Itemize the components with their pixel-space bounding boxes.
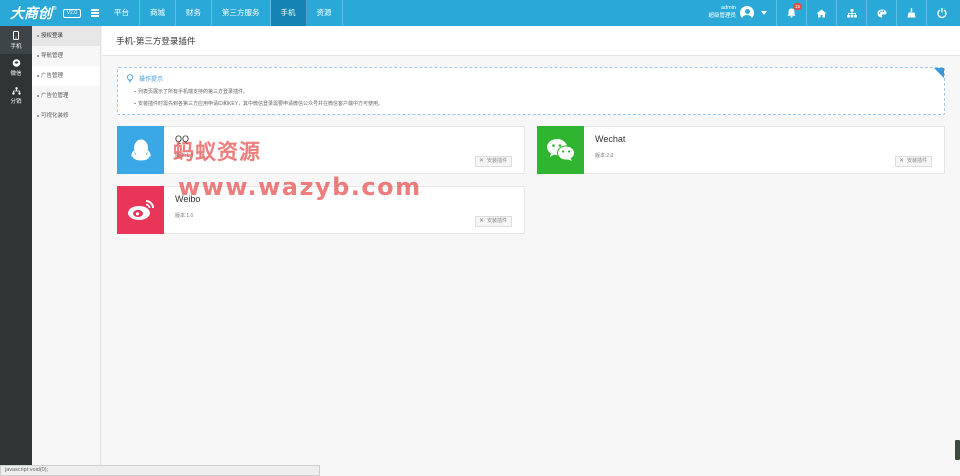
plugin-tile	[537, 126, 584, 174]
clear-cache-button[interactable]	[896, 0, 926, 26]
watermark-url: www.wazyb.com	[178, 173, 422, 201]
nav-item-platform[interactable]: 平台	[104, 0, 140, 26]
sitemap-icon	[846, 8, 857, 17]
tips-line: 安装插件时需先到各第三方应用申请ID和KEY，其中微信登录需要申请微信公众号并在…	[133, 101, 384, 107]
tips-panel: 操作提示 列表页展示了所有手机端支持的第三方登录插件。 安装插件时需先到各第三方…	[117, 67, 945, 115]
main-content: 手机-第三方登录插件 操作提示 列表页展示了所有手机端支持的第三方登录插件。 安…	[102, 26, 960, 476]
menu-toggle-icon[interactable]	[91, 9, 99, 17]
home-icon	[816, 9, 827, 17]
weibo-icon	[127, 200, 154, 220]
wechat-icon	[12, 59, 20, 67]
install-plugin-button[interactable]: ✕ 安装插件	[894, 156, 932, 167]
logout-button[interactable]	[926, 0, 956, 26]
notification-count-badge: 15	[793, 3, 803, 10]
wrench-icon: ✕	[478, 158, 484, 164]
chevron-down-icon[interactable]	[761, 11, 767, 15]
qq-icon	[130, 139, 151, 161]
palette-icon	[877, 9, 886, 17]
tips-title: 操作提示	[126, 74, 163, 83]
sidebar-item-mobile[interactable]: 手机	[0, 26, 32, 54]
page-title: 手机-第三方登录插件	[102, 26, 960, 56]
sidebar-item-wechat[interactable]: 微信	[0, 54, 32, 82]
top-bar: 大商创 ® V2.0 平台 商城 财务 第三方服务 手机 资源 admin 超级…	[0, 0, 960, 26]
home-button[interactable]	[806, 0, 836, 26]
hierarchy-icon	[11, 87, 21, 95]
nav-item-resources[interactable]: 资源	[307, 0, 343, 26]
user-role: 超级管理员	[708, 13, 736, 19]
sidebar: 手机 微信 分销	[0, 26, 32, 476]
plugin-tile	[117, 186, 164, 234]
nav-item-third-party[interactable]: 第三方服务	[212, 0, 271, 26]
main-nav: 平台 商城 财务 第三方服务 手机 资源	[104, 0, 343, 26]
lightbulb-icon	[127, 74, 133, 83]
version-badge: V2.0	[62, 8, 81, 18]
plugin-tile	[117, 126, 164, 174]
logo-text: 大商创	[10, 5, 52, 21]
wrench-icon: ✕	[898, 158, 904, 164]
submenu-item-ad-position-manage[interactable]: 广告位管理	[32, 86, 100, 106]
theme-button[interactable]	[866, 0, 896, 26]
sidebar-item-distribution[interactable]: 分销	[0, 82, 32, 110]
logo-registered-mark: ®	[53, 6, 57, 12]
submenu-item-ad-manage[interactable]: 广告管理	[32, 66, 100, 86]
plugin-name: Wechat	[595, 134, 626, 144]
plugin-card-wechat: Wechat 版本:2.0 ✕ 安装插件	[537, 126, 945, 174]
sidebar-item-label: 分销	[10, 99, 22, 105]
mobile-icon	[13, 30, 19, 40]
install-plugin-button[interactable]: ✕ 安装插件	[474, 216, 512, 227]
submenu-item-visual-decoration[interactable]: 可视化装修	[32, 106, 100, 126]
sitemap-button[interactable]	[836, 0, 866, 26]
tips-line: 列表页展示了所有手机端支持的第三方登录插件。	[133, 89, 249, 95]
plugin-version: 版本:1.0	[175, 213, 194, 219]
submenu-item-auth-login[interactable]: 授权登录	[32, 26, 100, 46]
install-label: 安装插件	[906, 158, 927, 164]
install-label: 安装插件	[486, 158, 507, 164]
user-name: admin	[721, 5, 736, 11]
power-icon	[936, 8, 947, 18]
notification-button[interactable]: 15	[776, 0, 806, 26]
sidebar-item-label: 微信	[10, 71, 22, 77]
sidebar-item-label: 手机	[10, 43, 22, 50]
avatar[interactable]	[740, 6, 754, 20]
watermark-text: 蚂蚁资源	[173, 141, 261, 164]
nav-item-mobile[interactable]: 手机	[270, 0, 307, 26]
nav-item-mall[interactable]: 商城	[140, 0, 176, 26]
wechat-icon	[546, 139, 575, 161]
browser-status-bar: javascript:void(0);	[0, 465, 320, 476]
install-label: 安装插件	[486, 218, 507, 224]
scrollbar-thumb[interactable]	[955, 440, 960, 460]
install-plugin-button[interactable]: ✕ 安装插件	[474, 156, 512, 167]
wrench-icon: ✕	[478, 218, 484, 224]
broom-icon	[907, 8, 916, 18]
user-info[interactable]: admin 超级管理员	[706, 4, 736, 20]
plugin-version: 版本:2.0	[595, 153, 614, 159]
submenu-item-nav-manage[interactable]: 导航管理	[32, 46, 100, 66]
submenu: 授权登录 导航管理 广告管理 广告位管理 可视化装修	[32, 26, 101, 476]
logo[interactable]: 大商创 ® V2.0	[10, 4, 81, 22]
collapse-corner-icon[interactable]	[934, 68, 944, 78]
tips-title-text: 操作提示	[139, 77, 164, 83]
nav-item-finance[interactable]: 财务	[176, 0, 212, 26]
